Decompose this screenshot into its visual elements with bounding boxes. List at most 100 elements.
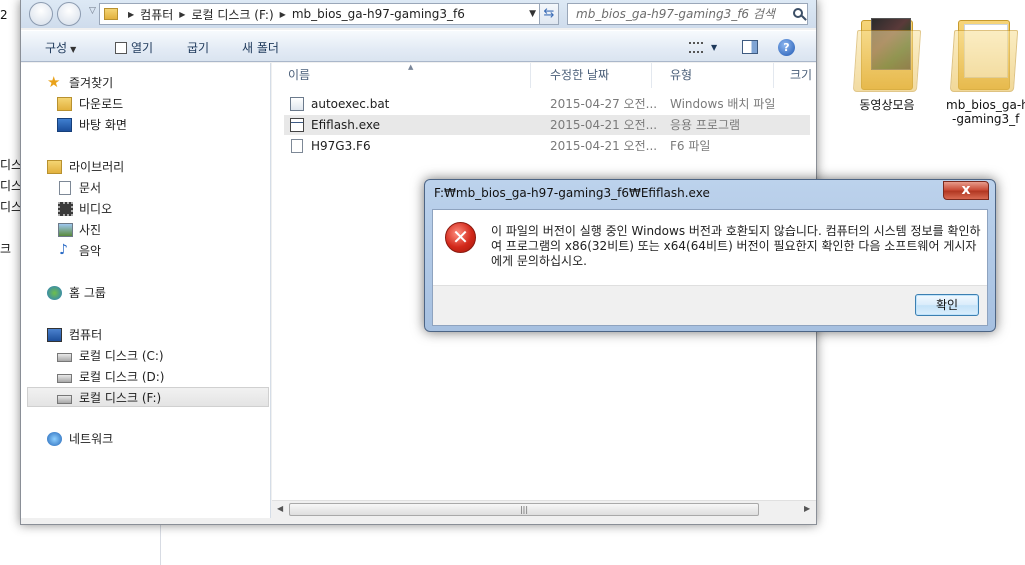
column-header-type[interactable]: 유형: [654, 63, 774, 88]
nav-label: 홈 그룹: [69, 286, 106, 300]
column-header-size[interactable]: 크기: [774, 63, 816, 88]
address-row: ▽ ▶ 컴퓨터 ▶ 로컬 디스크 (F:) ▶ mb_bios_ga-h97-g…: [21, 0, 816, 28]
error-icon: ✕: [445, 222, 476, 253]
film-icon: [58, 202, 73, 216]
nav-label: 로컬 디스크 (C:): [79, 349, 164, 363]
batch-file-icon: [290, 97, 304, 111]
picture-icon: [58, 223, 73, 237]
burn-button[interactable]: 굽기: [187, 39, 209, 56]
preview-pane-icon[interactable]: [742, 40, 758, 54]
refresh-button[interactable]: ⇆: [539, 3, 559, 25]
chevron-down-icon[interactable]: ▼: [529, 9, 536, 19]
nav-label: 바탕 화면: [79, 118, 127, 132]
nav-label: 문서: [79, 181, 102, 195]
close-button[interactable]: x: [943, 181, 989, 200]
nav-label: 사진: [79, 223, 102, 237]
error-dialog: F:₩mb_bios_ga-h97-gaming3_f6₩Efiflash.ex…: [424, 179, 996, 332]
file-row[interactable]: autoexec.bat 2015-04-27 오전... Windows 배치…: [284, 94, 810, 114]
drive-icon: [57, 395, 72, 404]
nav-disk-c[interactable]: 로컬 디스크 (C:): [21, 346, 270, 366]
nav-label: 컴퓨터: [69, 328, 103, 342]
ok-button[interactable]: 확인: [915, 294, 979, 316]
desktop-folder-bios[interactable]: mb_bios_ga-h -gaming3_f: [946, 12, 1025, 126]
scroll-left-icon[interactable]: ◀: [277, 504, 283, 513]
network-icon: [47, 432, 62, 446]
dialog-message: 이 파일의 버전이 실행 중인 Windows 버전과 호환되지 않습니다. 컴…: [491, 224, 981, 268]
document-icon: [59, 181, 71, 195]
nav-pictures[interactable]: 사진: [21, 220, 270, 240]
breadcrumb-computer[interactable]: 컴퓨터: [140, 6, 173, 23]
desktop-divider: [160, 520, 161, 565]
file-type: 응용 프로그램: [670, 118, 741, 132]
chevron-right-icon[interactable]: ▶: [179, 10, 185, 19]
search-icon[interactable]: [793, 8, 803, 18]
forward-button[interactable]: [57, 2, 81, 26]
desktop-icon-label: -gaming3_f: [952, 112, 1020, 126]
search-input[interactable]: mb_bios_ga-h97-gaming3_f6 검색: [567, 3, 808, 25]
desktop-text-fragment: 크: [0, 242, 12, 256]
desktop-folder-videos[interactable]: 동영상모음: [842, 12, 932, 112]
file-type: Windows 배치 파일: [670, 97, 776, 111]
desktop-text-fragment: 2: [0, 8, 8, 22]
recent-pages-icon[interactable]: ▽: [89, 6, 96, 16]
file-name: H97G3.F6: [311, 139, 371, 153]
desktop-text-fragment: 디스: [0, 200, 23, 214]
nav-computer[interactable]: 컴퓨터: [21, 325, 270, 345]
chevron-down-icon[interactable]: ▼: [711, 43, 717, 52]
system-drive-icon: [57, 353, 72, 362]
drive-icon: [57, 374, 72, 383]
back-button[interactable]: [29, 2, 53, 26]
nav-documents[interactable]: 문서: [21, 178, 270, 198]
nav-label: 로컬 디스크 (F:): [79, 391, 162, 405]
nav-libraries[interactable]: 라이브러리: [21, 157, 270, 177]
file-row[interactable]: H97G3.F6 2015-04-21 오전... F6 파일: [284, 136, 810, 156]
file-type: F6 파일: [670, 139, 711, 153]
breadcrumb-disk-f[interactable]: 로컬 디스크 (F:): [191, 6, 273, 23]
command-bar: 구성 ▼ 열기 굽기 새 폴더 ▼ ?: [21, 30, 816, 62]
nav-desktop[interactable]: 바탕 화면: [21, 115, 270, 135]
file-date: 2015-04-27 오전...: [550, 97, 658, 111]
close-icon: x: [961, 182, 971, 198]
desktop-icon-label: mb_bios_ga-h: [946, 98, 1025, 112]
nav-label: 다운로드: [79, 97, 124, 111]
music-note-icon: ♪: [59, 242, 68, 258]
chevron-right-icon[interactable]: ▶: [280, 10, 286, 19]
view-options-icon[interactable]: [689, 42, 703, 53]
nav-disk-f[interactable]: 로컬 디스크 (F:): [27, 387, 269, 407]
folder-icon: [852, 12, 922, 92]
application-icon: [290, 118, 304, 132]
new-folder-button[interactable]: 새 폴더: [242, 39, 279, 56]
nav-network[interactable]: 네트워크: [21, 429, 270, 449]
nav-videos[interactable]: 비디오: [21, 199, 270, 219]
open-icon: [115, 42, 127, 54]
column-header-date[interactable]: 수정한 날짜: [534, 63, 652, 88]
downloads-folder-icon: [57, 97, 72, 111]
scroll-right-icon[interactable]: ▶: [804, 504, 810, 513]
nav-downloads[interactable]: 다운로드: [21, 94, 270, 114]
desktop-text-fragment: 디스: [0, 179, 23, 193]
open-button[interactable]: 열기: [115, 39, 153, 56]
nav-label: 네트워크: [69, 432, 114, 446]
nav-favorites[interactable]: ★ 즐겨찾기: [21, 73, 270, 93]
desktop-text-fragment: 디스: [0, 158, 23, 172]
horizontal-scrollbar[interactable]: ◀ ||| ▶: [272, 500, 816, 518]
help-icon[interactable]: ?: [778, 39, 795, 56]
nav-label: 비디오: [79, 202, 113, 216]
dialog-footer: 확인: [433, 285, 987, 325]
column-header-name[interactable]: 이름: [272, 63, 531, 88]
address-bar[interactable]: ▶ 컴퓨터 ▶ 로컬 디스크 (F:) ▶ mb_bios_ga-h97-gam…: [99, 3, 541, 25]
nav-disk-d[interactable]: 로컬 디스크 (D:): [21, 367, 270, 387]
chevron-right-icon[interactable]: ▶: [128, 10, 134, 19]
folder-icon: [104, 8, 118, 20]
nav-homegroup[interactable]: 홈 그룹: [21, 283, 270, 303]
scroll-thumb[interactable]: |||: [289, 503, 759, 516]
file-date: 2015-04-21 오전...: [550, 118, 658, 132]
navigation-pane: ★ 즐겨찾기 다운로드 바탕 화면 라이브러리 문서 비디오 사진 ♪ 음악 홈…: [21, 63, 271, 518]
file-row[interactable]: Efiflash.exe 2015-04-21 오전... 응용 프로그램: [284, 115, 810, 135]
nav-label: 로컬 디스크 (D:): [79, 370, 165, 384]
organize-button[interactable]: 구성 ▼: [45, 39, 76, 56]
nav-music[interactable]: ♪ 음악: [21, 241, 270, 261]
homegroup-icon: [47, 286, 62, 300]
desktop-icon: [57, 118, 72, 132]
breadcrumb-folder[interactable]: mb_bios_ga-h97-gaming3_f6: [292, 7, 465, 21]
